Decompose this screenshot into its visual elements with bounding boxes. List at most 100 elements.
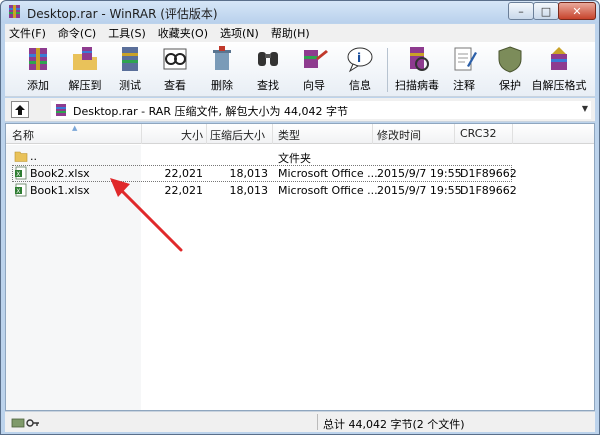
column-divider[interactable]: [141, 124, 142, 144]
add-icon: [29, 48, 47, 70]
virus-scan-icon: [410, 47, 429, 71]
menu-favorites[interactable]: 收藏夹(O): [158, 25, 208, 41]
virus-scan-button[interactable]: 扫描病毒: [389, 44, 445, 94]
svg-text:X: X: [16, 171, 20, 178]
address-text: Desktop.rar - RAR 压缩文件, 解包大小为 44,042 字节: [73, 105, 348, 118]
test-button[interactable]: 测试: [105, 44, 155, 94]
comment-label: 注释: [453, 79, 475, 92]
column-crc32[interactable]: CRC32: [460, 127, 496, 140]
rar-archive-icon: [56, 104, 66, 116]
wizard-button[interactable]: 向导: [289, 44, 339, 94]
column-type[interactable]: 类型: [278, 127, 300, 143]
delete-button[interactable]: 删除: [197, 44, 247, 94]
menu-options[interactable]: 选项(N): [220, 25, 259, 41]
address-field[interactable]: Desktop.rar - RAR 压缩文件, 解包大小为 44,042 字节 …: [51, 101, 591, 119]
menu-file[interactable]: 文件(F): [9, 25, 46, 41]
column-divider[interactable]: [206, 124, 207, 144]
maximize-button[interactable]: □: [533, 2, 559, 20]
column-size[interactable]: 大小: [181, 127, 203, 143]
protect-button[interactable]: 保护: [485, 44, 535, 94]
column-modified[interactable]: 修改时间: [377, 127, 421, 143]
test-label: 测试: [119, 79, 141, 92]
window-title: Desktop.rar - WinRAR (评估版本): [27, 7, 218, 21]
list-item-book1[interactable]: X Book1.xlsx 22,021 18,013 Microsoft Off…: [6, 182, 594, 199]
file-modified: 2015/9/7 19:55: [377, 167, 462, 180]
status-divider: [317, 414, 318, 430]
menu-bar: 文件(F) 命令(C) 工具(S) 收藏夹(O) 选项(N) 帮助(H): [5, 24, 595, 42]
sfx-button[interactable]: 自解压格式: [529, 44, 589, 94]
test-icon: [122, 47, 138, 71]
extract-to-button[interactable]: 解压到: [60, 44, 110, 94]
column-header-row: ▲ 名称 大小 压缩后大小 类型 修改时间 CRC32: [6, 124, 594, 144]
file-name: ..: [30, 150, 37, 163]
folder-icon: [14, 151, 28, 162]
virus-scan-label: 扫描病毒: [395, 79, 439, 92]
column-divider[interactable]: [454, 124, 455, 144]
sfx-icon: [551, 47, 567, 70]
protect-label: 保护: [499, 79, 521, 92]
view-label: 查看: [164, 79, 186, 92]
find-label: 查找: [257, 79, 279, 92]
info-label: 信息: [349, 79, 371, 92]
winrar-app-icon: [9, 5, 20, 18]
file-packed-size: 18,013: [229, 184, 269, 197]
excel-file-icon: X: [15, 166, 27, 180]
column-name[interactable]: 名称: [12, 127, 34, 143]
comment-button[interactable]: 注释: [439, 44, 489, 94]
info-icon: i: [347, 47, 373, 73]
delete-label: 删除: [211, 79, 233, 92]
find-icon: [258, 52, 278, 66]
drive-key-icon: [11, 418, 39, 428]
file-size: 22,021: [164, 184, 204, 197]
column-divider[interactable]: [512, 124, 513, 144]
info-button[interactable]: i 信息: [335, 44, 385, 94]
column-divider[interactable]: [272, 124, 273, 144]
file-size: 22,021: [164, 167, 204, 180]
toolbar-separator: [387, 48, 388, 92]
status-summary: 总计 44,042 字节(2 个文件): [323, 418, 465, 431]
wizard-label: 向导: [303, 79, 325, 92]
title-bar[interactable]: Desktop.rar - WinRAR (评估版本) – □ ✕: [1, 1, 599, 23]
file-name: Book2.xlsx: [30, 167, 90, 180]
up-folder-button[interactable]: [11, 101, 29, 118]
column-packed[interactable]: 压缩后大小: [210, 127, 265, 143]
sfx-label: 自解压格式: [531, 79, 587, 92]
file-type: Microsoft Office ...: [278, 184, 378, 197]
address-bar: Desktop.rar - RAR 压缩文件, 解包大小为 44,042 字节 …: [5, 98, 595, 122]
toolbar: 添加 解压到 测试 查看 删除 查找 向导 i 信息 扫描病毒 注释 保护 自解…: [5, 42, 595, 97]
file-type: 文件夹: [278, 152, 311, 165]
close-button[interactable]: ✕: [558, 2, 596, 20]
menu-help[interactable]: 帮助(H): [271, 25, 310, 41]
column-divider[interactable]: [372, 124, 373, 144]
extract-to-icon: [73, 47, 97, 70]
delete-icon: [213, 46, 231, 70]
view-button[interactable]: 查看: [150, 44, 200, 94]
svg-text:i: i: [357, 51, 361, 65]
minimize-button[interactable]: –: [508, 2, 534, 20]
menu-commands[interactable]: 命令(C): [58, 25, 96, 41]
list-item-book2[interactable]: X Book2.xlsx 22,021 18,013 Microsoft Off…: [6, 165, 594, 182]
excel-file-icon: X: [15, 183, 27, 197]
chevron-down-icon[interactable]: ▼: [582, 104, 588, 113]
protect-icon: [498, 46, 522, 73]
svg-text:X: X: [16, 188, 20, 195]
file-list: ▲ 名称 大小 压缩后大小 类型 修改时间 CRC32 .. 文件夹 X Boo…: [5, 123, 595, 411]
view-icon: [163, 48, 187, 70]
list-item-parent-folder[interactable]: .. 文件夹: [6, 148, 594, 165]
status-bar: 总计 44,042 字节(2 个文件): [5, 411, 595, 432]
wizard-icon: [304, 50, 328, 68]
add-label: 添加: [27, 79, 49, 92]
sort-arrow-icon: ▲: [72, 124, 78, 132]
file-type: Microsoft Office ...: [278, 167, 378, 180]
file-packed-size: 18,013: [229, 167, 269, 180]
file-crc32: D1F89662: [460, 184, 517, 197]
file-modified: 2015/9/7 19:55: [377, 184, 462, 197]
file-crc32: D1F89662: [460, 167, 517, 180]
find-button[interactable]: 查找: [243, 44, 293, 94]
comment-icon: [454, 47, 477, 71]
add-button[interactable]: 添加: [13, 44, 63, 94]
winrar-window: Desktop.rar - WinRAR (评估版本) – □ ✕ 文件(F) …: [0, 0, 600, 435]
file-name: Book1.xlsx: [30, 184, 90, 197]
up-arrow-icon: [15, 104, 25, 115]
menu-tools[interactable]: 工具(S): [108, 25, 146, 41]
